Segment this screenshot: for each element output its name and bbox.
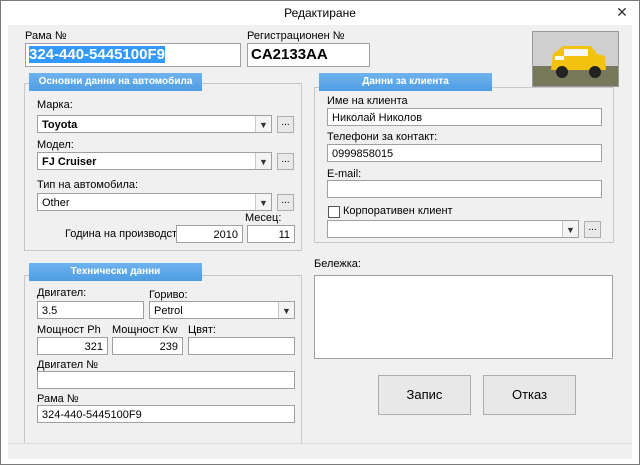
corporate-browse-button[interactable]: ... — [584, 221, 601, 238]
email-label: E-mail: — [327, 168, 362, 180]
color-label: Цвят: — [188, 324, 216, 336]
corporate-checkbox[interactable] — [328, 206, 340, 218]
engine-no-label: Двигател № — [37, 359, 99, 371]
type-browse-button[interactable]: ... — [277, 194, 294, 211]
frame-input[interactable]: 324-440-5445100F9 — [25, 43, 241, 67]
power-kw-input[interactable]: 239 — [112, 337, 183, 355]
title-bar: Редактиране ✕ — [1, 1, 639, 25]
model-browse-button[interactable]: ... — [277, 153, 294, 170]
close-icon[interactable]: ✕ — [615, 5, 629, 19]
reg-label: Регистрационен № — [247, 30, 345, 42]
model-label: Модел: — [37, 139, 74, 151]
model-select[interactable]: FJ Cruiser ▼ — [37, 152, 272, 170]
form-body: Рама № 324-440-5445100F9 Регистрационен … — [8, 25, 632, 451]
engine-input[interactable]: 3.5 — [37, 301, 144, 319]
tech-data-group-title: Технически данни — [29, 263, 202, 281]
chevron-down-icon: ▼ — [255, 194, 271, 210]
engine-no-input[interactable] — [37, 371, 295, 389]
engine-label: Двигател: — [37, 287, 87, 299]
fuel-select[interactable]: Petrol ▼ — [149, 301, 295, 319]
type-label: Тип на автомобила: — [37, 179, 139, 191]
tech-frame-input[interactable]: 324-440-5445100F9 — [37, 405, 295, 423]
fuel-label: Гориво: — [149, 289, 188, 301]
month-input[interactable]: 11 — [247, 225, 295, 243]
client-data-group-title: Данни за клиента — [319, 73, 492, 91]
status-bar — [8, 443, 632, 459]
window-title: Редактиране — [284, 6, 356, 20]
power-kw-label: Мощност Kw — [112, 324, 178, 336]
client-name-input[interactable]: Николай Николов — [327, 108, 602, 126]
make-select[interactable]: Toyota ▼ — [37, 115, 272, 133]
corporate-label: Корпоративен клиент — [343, 205, 453, 217]
car-photo — [532, 31, 619, 87]
phones-input[interactable]: 0999858015 — [327, 144, 602, 162]
power-hp-label: Мощност Ph — [37, 324, 101, 336]
car-data-group-title: Основни данни на автомобила — [29, 73, 202, 91]
year-input[interactable]: 2010 — [176, 225, 243, 243]
make-label: Марка: — [37, 99, 73, 111]
cancel-button[interactable]: Отказ — [483, 375, 576, 415]
chevron-down-icon: ▼ — [255, 153, 271, 169]
note-label: Бележка: — [314, 258, 361, 270]
power-hp-input[interactable]: 321 — [37, 337, 108, 355]
note-textarea[interactable] — [314, 275, 613, 359]
chevron-down-icon: ▼ — [278, 302, 294, 318]
color-input[interactable] — [188, 337, 295, 355]
phones-label: Телефони за контакт: — [327, 131, 438, 143]
corporate-select[interactable]: ▼ — [327, 220, 579, 238]
make-browse-button[interactable]: ... — [277, 116, 294, 133]
frame-label: Рама № — [25, 30, 67, 42]
reg-input[interactable]: CA2133AA — [247, 43, 370, 67]
chevron-down-icon: ▼ — [562, 221, 578, 237]
edit-window: Редактиране ✕ Рама № 324-440-5445100F9 Р… — [0, 0, 640, 465]
client-name-label: Име на клиента — [327, 95, 408, 107]
tech-frame-label: Рама № — [37, 393, 79, 405]
type-select[interactable]: Other ▼ — [37, 193, 272, 211]
chevron-down-icon: ▼ — [255, 116, 271, 132]
month-label: Месец: — [245, 212, 282, 224]
email-input[interactable] — [327, 180, 602, 198]
save-button[interactable]: Запис — [378, 375, 471, 415]
year-label: Година на производство: — [65, 228, 192, 240]
